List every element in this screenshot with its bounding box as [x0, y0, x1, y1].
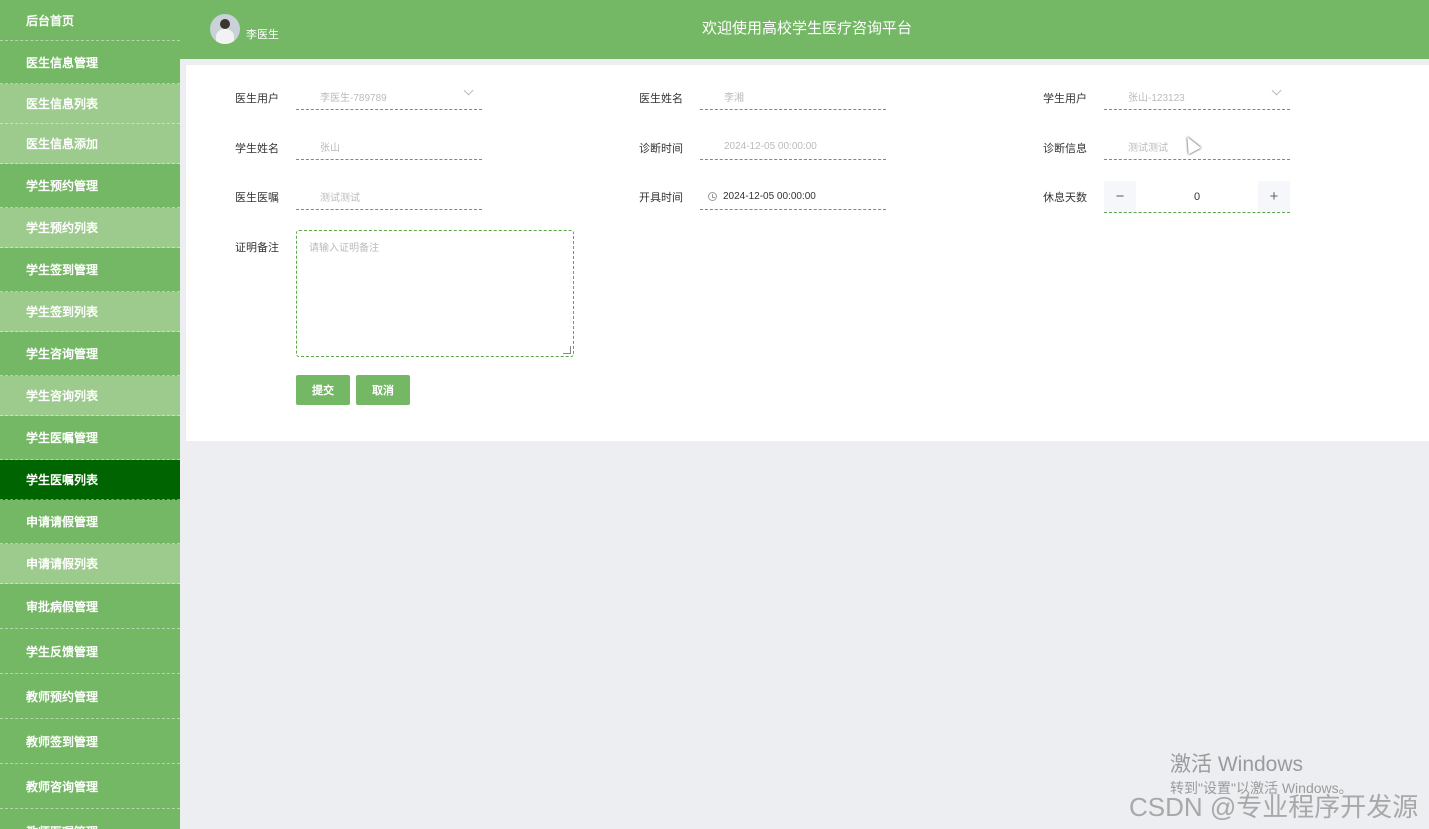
doctor-user-label: 医生用户 — [235, 93, 279, 105]
doctor-user-value: 李医生-789789 — [320, 92, 387, 104]
rest-days-value[interactable]: 0 — [1136, 191, 1258, 203]
doctor-advice-label: 医生医嘱 — [235, 192, 279, 204]
sidebar-item-teacher-appointment[interactable]: 教师预约管理 — [0, 674, 180, 719]
sidebar-item-doctor-info-list[interactable]: 医生信息列表 — [0, 84, 180, 124]
page-title: 欢迎使用高校学生医疗咨询平台 — [701, 20, 912, 37]
top-header: 李医生 欢迎使用高校学生医疗咨询平台 — [180, 0, 1429, 59]
student-name-value: 张山 — [320, 142, 340, 154]
csdn-watermark: CSDN @专业程序开发源 — [1129, 792, 1419, 822]
student-user-select[interactable]: 张山-123123 — [1104, 83, 1290, 110]
diagnosis-time-label: 诊断时间 — [639, 143, 683, 155]
clock-icon — [708, 191, 717, 201]
sidebar-item-home[interactable]: 后台首页 — [0, 0, 180, 41]
watermark-line1: 激活 Windows — [1170, 753, 1304, 776]
doctor-name-field[interactable]: 李湘 — [700, 83, 886, 110]
certificate-note-textarea[interactable]: 请输入证明备注 — [296, 230, 574, 357]
minus-icon[interactable]: − — [1104, 181, 1136, 212]
doctor-advice-field[interactable]: 测试测试 — [296, 183, 482, 210]
chevron-down-icon — [463, 85, 474, 96]
certificate-note-label: 证明备注 — [235, 242, 279, 254]
sidebar-item-teacher-checkin[interactable]: 教师签到管理 — [0, 719, 180, 764]
diagnosis-time-value: 2024-12-05 00:00:00 — [724, 140, 817, 152]
sidebar-item-student-appointment-list[interactable]: 学生预约列表 — [0, 208, 180, 248]
rest-days-stepper[interactable]: − 0 + — [1104, 181, 1290, 213]
sidebar-item-doctor-info-add[interactable]: 医生信息添加 — [0, 124, 180, 164]
doctor-user-select[interactable]: 李医生-789789 — [296, 83, 482, 110]
sidebar-item-student-checkin-manage[interactable]: 学生签到管理 — [0, 248, 180, 292]
rest-days-label: 休息天数 — [1043, 192, 1087, 204]
certificate-note-placeholder: 请输入证明备注 — [309, 243, 379, 254]
doctor-name-value: 李湘 — [724, 92, 744, 104]
form-card: 医生用户 李医生-789789 医生姓名 李湘 学生用户 张山-123123 学… — [186, 65, 1429, 441]
sidebar-item-leave-apply-list[interactable]: 申请请假列表 — [0, 544, 180, 584]
student-name-label: 学生姓名 — [235, 143, 279, 155]
doctor-name-label: 医生姓名 — [639, 93, 683, 105]
student-user-value: 张山-123123 — [1128, 92, 1185, 104]
sidebar-item-doctor-info-manage[interactable]: 医生信息管理 — [0, 41, 180, 84]
sidebar-item-student-advice-list[interactable]: 学生医嘱列表 — [0, 460, 180, 500]
sidebar-item-leave-apply-manage[interactable]: 申请请假管理 — [0, 500, 180, 544]
doctor-advice-value: 测试测试 — [320, 192, 360, 204]
sidebar-item-teacher-consult[interactable]: 教师咨询管理 — [0, 764, 180, 809]
cancel-button[interactable]: 取消 — [356, 375, 410, 405]
diagnosis-info-value: 测试测试 — [1128, 142, 1168, 154]
plus-icon[interactable]: + — [1258, 181, 1290, 212]
sidebar-item-student-appointment-manage[interactable]: 学生预约管理 — [0, 164, 180, 208]
student-user-label: 学生用户 — [1043, 93, 1087, 105]
sidebar-item-student-checkin-list[interactable]: 学生签到列表 — [0, 292, 180, 332]
student-name-field[interactable]: 张山 — [296, 133, 482, 160]
sidebar-item-teacher-advice[interactable]: 教师医嘱管理 — [0, 809, 180, 829]
submit-button[interactable]: 提交 — [296, 375, 350, 405]
issue-time-picker[interactable]: 2024-12-05 00:00:00 — [700, 183, 886, 210]
sidebar-item-sick-leave-approve[interactable]: 审批病假管理 — [0, 584, 180, 629]
sidebar-item-student-feedback[interactable]: 学生反馈管理 — [0, 629, 180, 674]
diagnosis-time-field[interactable]: 2024-12-05 00:00:00 — [700, 133, 886, 160]
sidebar-item-student-consult-manage[interactable]: 学生咨询管理 — [0, 332, 180, 376]
issue-time-label: 开具时间 — [639, 192, 683, 204]
issue-time-value: 2024-12-05 00:00:00 — [723, 190, 816, 202]
sidebar-item-student-consult-list[interactable]: 学生咨询列表 — [0, 376, 180, 416]
diagnosis-info-label: 诊断信息 — [1043, 143, 1087, 155]
resize-handle-icon[interactable] — [563, 346, 571, 354]
sidebar-item-student-advice-manage[interactable]: 学生医嘱管理 — [0, 416, 180, 460]
sidebar: 后台首页 医生信息管理 医生信息列表 医生信息添加 学生预约管理 学生预约列表 … — [0, 0, 180, 829]
chevron-down-icon — [1271, 85, 1282, 96]
